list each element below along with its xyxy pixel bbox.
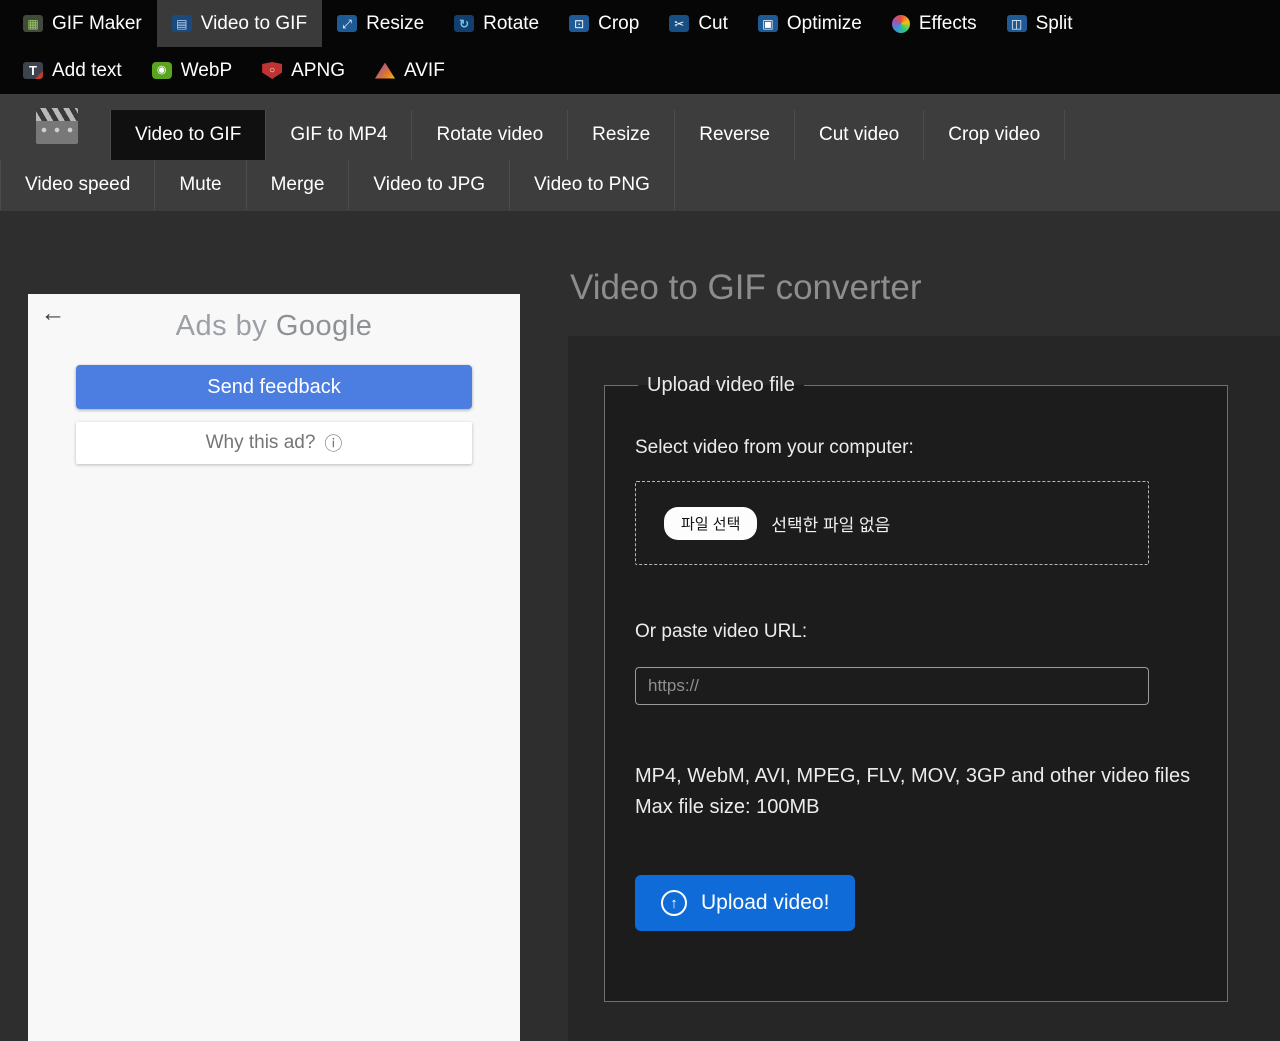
upload-video-button-label: Upload video! bbox=[701, 891, 830, 914]
topnav-webp[interactable]: WebP bbox=[137, 47, 247, 94]
clapperboard-base bbox=[36, 121, 78, 144]
tab-video-speed[interactable]: Video speed bbox=[0, 160, 154, 210]
why-this-ad-label: Why this ad? bbox=[205, 432, 316, 453]
topnav-video-to-gif[interactable]: Video to GIF bbox=[156, 0, 323, 47]
file-input-dropzone: 파일 선택 선택한 파일 없음 bbox=[635, 481, 1149, 565]
tab-video-to-png[interactable]: Video to PNG bbox=[509, 160, 675, 210]
tab-rotate-video[interactable]: Rotate video bbox=[411, 110, 567, 160]
topnav-row-2: Add text WebP APNG AVIF bbox=[0, 47, 1280, 94]
topnav-resize[interactable]: Resize bbox=[322, 0, 439, 47]
topnav-apng-label: APNG bbox=[291, 59, 345, 81]
subnav-row-2: Video speed Mute Merge Video to JPG Vide… bbox=[0, 160, 1280, 210]
video-tools-tabbar: Video to GIF GIF to MP4 Rotate video Res… bbox=[0, 94, 1280, 211]
subnav-row-1: Video to GIF GIF to MP4 Rotate video Res… bbox=[110, 110, 1280, 160]
topnav-webp-label: WebP bbox=[180, 59, 233, 81]
topnav-add-text-label: Add text bbox=[52, 59, 122, 81]
topnav-optimize[interactable]: Optimize bbox=[743, 0, 877, 47]
video-to-gif-icon bbox=[171, 15, 192, 32]
topnav-resize-label: Resize bbox=[366, 12, 425, 34]
send-feedback-button[interactable]: Send feedback bbox=[76, 365, 472, 409]
clapperboard-icon[interactable] bbox=[36, 108, 78, 144]
upload-video-button[interactable]: Upload video! bbox=[635, 875, 856, 931]
tab-mute[interactable]: Mute bbox=[154, 160, 245, 210]
tab-merge[interactable]: Merge bbox=[245, 160, 349, 210]
topnav-crop-label: Crop bbox=[598, 12, 640, 34]
top-navigation: GIF Maker Video to GIF Resize Rotate Cro… bbox=[0, 0, 1280, 94]
converter-content: Video to GIF converter Upload video file… bbox=[568, 268, 1280, 1041]
topnav-rotate-label: Rotate bbox=[483, 12, 540, 34]
topnav-avif-label: AVIF bbox=[403, 59, 445, 81]
upload-form-panel: Upload video file Select video from your… bbox=[568, 336, 1280, 1041]
tab-crop-video[interactable]: Crop video bbox=[923, 110, 1066, 160]
video-url-input[interactable] bbox=[635, 667, 1149, 705]
topnav-add-text[interactable]: Add text bbox=[8, 47, 137, 94]
ad-back-arrow-icon[interactable] bbox=[36, 296, 70, 330]
google-ad-panel: Ads by Google Send feedback Why this ad? bbox=[28, 294, 520, 1041]
resize-icon bbox=[337, 15, 358, 32]
main-area: Ads by Google Send feedback Why this ad?… bbox=[0, 268, 1280, 1041]
upload-fieldset-legend: Upload video file bbox=[647, 374, 795, 396]
clapperboard-stripes bbox=[36, 108, 78, 121]
topnav-split-label: Split bbox=[1035, 12, 1073, 34]
info-icon bbox=[324, 430, 342, 456]
tab-cut-video[interactable]: Cut video bbox=[793, 110, 923, 160]
topnav-gif-maker-label: GIF Maker bbox=[52, 12, 142, 34]
topnav-rotate[interactable]: Rotate bbox=[439, 0, 554, 47]
rotate-icon bbox=[454, 15, 475, 32]
tab-video-to-jpg[interactable]: Video to JPG bbox=[348, 160, 509, 210]
no-file-selected-text: 선택한 파일 없음 bbox=[771, 515, 891, 535]
topnav-gif-maker[interactable]: GIF Maker bbox=[8, 0, 157, 47]
topnav-row-1: GIF Maker Video to GIF Resize Rotate Cro… bbox=[0, 0, 1280, 47]
upload-arrow-icon bbox=[661, 890, 687, 916]
apng-shield-icon bbox=[262, 62, 283, 79]
split-icon bbox=[1006, 15, 1027, 32]
topnav-video-to-gif-label: Video to GIF bbox=[200, 12, 308, 34]
gif-maker-icon bbox=[23, 15, 43, 32]
avif-triangle-icon bbox=[374, 62, 395, 79]
topnav-effects[interactable]: Effects bbox=[877, 0, 992, 47]
cut-icon bbox=[669, 15, 690, 32]
topnav-optimize-label: Optimize bbox=[786, 12, 862, 34]
crop-icon bbox=[569, 15, 590, 32]
topnav-avif[interactable]: AVIF bbox=[360, 47, 460, 94]
topnav-effects-label: Effects bbox=[918, 12, 977, 34]
tab-reverse[interactable]: Reverse bbox=[674, 110, 794, 160]
paste-url-label: Or paste video URL: bbox=[635, 621, 808, 642]
webp-icon bbox=[151, 62, 172, 79]
add-text-icon bbox=[23, 62, 43, 79]
topnav-crop[interactable]: Crop bbox=[554, 0, 654, 47]
supported-formats-text: MP4, WebM, AVI, MPEG, FLV, MOV, 3GP and … bbox=[635, 765, 1191, 787]
choose-file-button[interactable]: 파일 선택 bbox=[664, 506, 758, 540]
tab-video-to-gif[interactable]: Video to GIF bbox=[110, 110, 266, 160]
topnav-cut-label: Cut bbox=[698, 12, 728, 34]
optimize-icon bbox=[757, 15, 778, 32]
upload-video-fieldset: Upload video file Select video from your… bbox=[604, 374, 1228, 1002]
why-this-ad-button[interactable]: Why this ad? bbox=[76, 422, 472, 464]
ads-by-google-title: Ads by Google bbox=[28, 310, 520, 343]
topnav-split[interactable]: Split bbox=[992, 0, 1088, 47]
max-file-size-text: Max file size: 100MB bbox=[635, 796, 820, 818]
tab-resize[interactable]: Resize bbox=[567, 110, 674, 160]
topnav-apng[interactable]: APNG bbox=[247, 47, 360, 94]
google-logo-text: Google bbox=[275, 310, 373, 342]
ads-by-text: Ads by bbox=[175, 310, 276, 342]
effects-palette-icon bbox=[891, 14, 910, 33]
select-video-label: Select video from your computer: bbox=[635, 437, 914, 458]
page-title: Video to GIF converter bbox=[570, 268, 922, 307]
tab-gif-to-mp4[interactable]: GIF to MP4 bbox=[265, 110, 411, 160]
topnav-cut[interactable]: Cut bbox=[654, 0, 743, 47]
